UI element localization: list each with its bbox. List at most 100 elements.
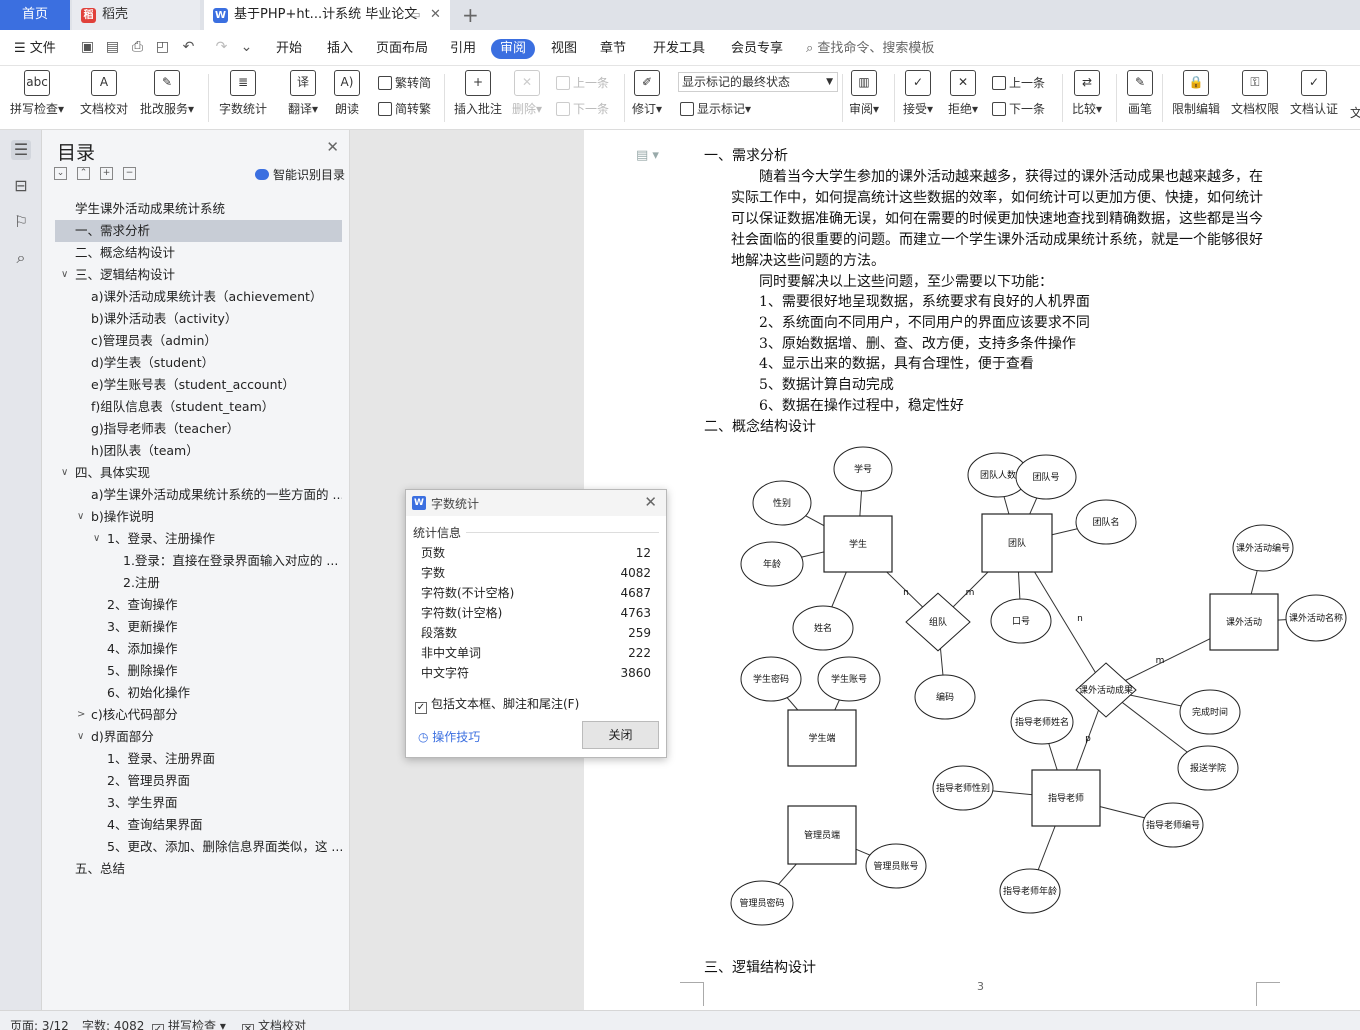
close-tab-icon[interactable]: ✕: [430, 0, 441, 30]
chevron-down-icon[interactable]: ∨: [61, 462, 68, 484]
menu-chapter[interactable]: 章节: [600, 39, 626, 59]
toc-item[interactable]: 五、总结: [55, 858, 342, 880]
spell-check-button[interactable]: abc 拼写检查▾: [10, 70, 64, 117]
toc-item[interactable]: 2.注册: [55, 572, 342, 594]
menu-reference[interactable]: 引用: [450, 39, 476, 59]
menu-view[interactable]: 视图: [551, 39, 577, 59]
customize-icon[interactable]: ⌄: [238, 39, 255, 56]
status-proof[interactable]: ✕ 文档校对: [242, 1017, 306, 1030]
restrict-edit-button[interactable]: 🔒 限制编辑: [1172, 70, 1220, 117]
toc-item[interactable]: a)课外活动成果统计表（achievement）: [55, 286, 342, 308]
bookmark-icon[interactable]: ⚐: [11, 212, 31, 232]
chevron-down-icon[interactable]: ∨: [77, 506, 84, 528]
markup-state-select[interactable]: 显示标记的最终状态 ▼: [678, 72, 838, 92]
undo-icon[interactable]: ↶: [180, 39, 197, 56]
toc-item[interactable]: 5、删除操作: [55, 660, 342, 682]
toc-item[interactable]: 4、查询结果界面: [55, 814, 342, 836]
save-icon[interactable]: ▣: [79, 39, 96, 56]
toc-item[interactable]: ∨ 1、登录、注册操作: [55, 528, 342, 550]
show-markup-button[interactable]: 显示标记▾: [680, 100, 751, 117]
delete-comment-button[interactable]: ✕ 删除▾: [512, 70, 542, 117]
menu-insert[interactable]: 插入: [327, 39, 353, 59]
revise-button[interactable]: ✐ 修订▾: [632, 70, 662, 117]
toc-item[interactable]: 6、初始化操作: [55, 682, 342, 704]
chevron-down-icon[interactable]: ∨: [61, 264, 68, 286]
prev-change-button[interactable]: 上一条: [992, 74, 1045, 91]
compare-button[interactable]: ⇄ 比较▾: [1072, 70, 1102, 117]
toc-item[interactable]: c)管理员表（admin）: [55, 330, 342, 352]
dialog-titlebar[interactable]: W 字数统计 ✕: [406, 490, 666, 516]
outline-icon[interactable]: ⊟: [11, 176, 31, 196]
expand-up-icon[interactable]: ⌃: [77, 167, 90, 180]
toc-item[interactable]: d)学生表（student）: [55, 352, 342, 374]
insert-comment-button[interactable]: + 插入批注: [454, 70, 502, 117]
toc-item[interactable]: b)课外活动表（activity）: [55, 308, 342, 330]
tab-document[interactable]: W 基于PHP+ht...计系统 毕业论文 ▭ ✕: [204, 0, 450, 30]
close-button[interactable]: 关闭: [582, 721, 659, 749]
chevron-down-icon[interactable]: ∨: [93, 528, 100, 550]
toc-item[interactable]: 2、查询操作: [55, 594, 342, 616]
next-comment-button[interactable]: 下一条: [556, 100, 609, 117]
simp-to-trad-button[interactable]: 简转繁: [378, 100, 431, 117]
export-pdf-icon[interactable]: ▤: [104, 39, 121, 56]
doc-proof-button[interactable]: A 文档校对: [80, 70, 128, 117]
toc-item[interactable]: 5、更改、添加、删除信息界面类似，这 ...: [55, 836, 342, 858]
new-tab-button[interactable]: +: [462, 0, 479, 30]
menu-home[interactable]: 开始: [276, 39, 302, 59]
doc-permission-button[interactable]: ⚿ 文档权限: [1231, 70, 1279, 117]
tips-link[interactable]: ◷ 操作技巧: [418, 728, 480, 745]
toc-item[interactable]: 1.登录：直接在登录界面输入对应的 ...: [55, 550, 342, 572]
menu-layout[interactable]: 页面布局: [376, 39, 428, 59]
redo-icon[interactable]: ↷: [213, 39, 230, 56]
toc-item[interactable]: ∨ 三、逻辑结构设计: [55, 264, 342, 286]
add-heading-icon[interactable]: +: [100, 167, 113, 180]
command-search[interactable]: ⌕ 查找命令、搜索模板: [806, 39, 934, 59]
more-button[interactable]: 文: [1350, 104, 1360, 121]
search-icon[interactable]: ⌕: [11, 248, 31, 268]
word-count-button[interactable]: ≣ 字数统计: [219, 70, 267, 117]
word-count-indicator[interactable]: 字数: 4082: [82, 1017, 144, 1030]
toc-item[interactable]: 一、需求分析: [55, 220, 342, 242]
print-icon[interactable]: ⎙: [129, 39, 146, 56]
toc-item[interactable]: a)学生课外活动成果统计系统的一些方面的 ...: [55, 484, 342, 506]
tab-home[interactable]: 首页: [0, 0, 70, 30]
toc-item[interactable]: e)学生账号表（student_account）: [55, 374, 342, 396]
toc-item[interactable]: 4、添加操作: [55, 638, 342, 660]
menu-devtools[interactable]: 开发工具: [653, 39, 705, 59]
toc-icon[interactable]: ☰: [11, 140, 31, 160]
menu-review[interactable]: 审阅: [491, 39, 536, 59]
remove-heading-icon[interactable]: −: [123, 167, 136, 180]
doc-auth-button[interactable]: ✓ 文档认证: [1290, 70, 1338, 117]
close-icon[interactable]: ✕: [644, 493, 657, 511]
batch-service-button[interactable]: ✎ 批改服务▾: [140, 70, 194, 117]
toc-item[interactable]: h)团队表（team）: [55, 440, 342, 462]
menu-member[interactable]: 会员专享: [731, 39, 783, 59]
collapse-all-icon[interactable]: ⌄: [54, 167, 67, 180]
screen-icon[interactable]: ▭: [410, 0, 420, 30]
toc-item[interactable]: ∨ b)操作说明: [55, 506, 342, 528]
pen-button[interactable]: ✎ 画笔: [1127, 70, 1153, 117]
include-textbox-checkbox[interactable]: ✓ 包括文本框、脚注和尾注(F): [415, 695, 579, 714]
chevron-down-icon[interactable]: ∨: [77, 726, 84, 748]
toc-item[interactable]: 2、管理员界面: [55, 770, 342, 792]
smart-toc-button[interactable]: 智能识别目录: [255, 166, 345, 183]
accept-button[interactable]: ✓ 接受▾: [903, 70, 933, 117]
prev-comment-button[interactable]: 上一条: [556, 74, 609, 91]
toc-item[interactable]: g)指导老师表（teacher）: [55, 418, 342, 440]
status-spell-check[interactable]: ✓ 拼写检查 ▾: [152, 1017, 226, 1030]
page-indicator[interactable]: 页面: 3/12: [10, 1017, 69, 1030]
read-aloud-button[interactable]: A) 朗读: [334, 70, 360, 117]
translate-button[interactable]: 译翻译▾: [288, 70, 318, 117]
toc-item[interactable]: ∨ 四、具体实现: [55, 462, 342, 484]
toc-item[interactable]: 3、更新操作: [55, 616, 342, 638]
review-pane-button[interactable]: ▥ 审阅▾: [849, 70, 879, 117]
print-preview-icon[interactable]: ◰: [154, 39, 171, 56]
toc-item[interactable]: f)组队信息表（student_team）: [55, 396, 342, 418]
toc-item[interactable]: > c)核心代码部分: [55, 704, 342, 726]
trad-to-simp-button[interactable]: 繁转简: [378, 74, 431, 91]
next-change-button[interactable]: 下一条: [992, 100, 1045, 117]
toc-item[interactable]: 3、学生界面: [55, 792, 342, 814]
close-icon[interactable]: ✕: [326, 138, 339, 156]
tab-docer[interactable]: 稻稻壳: [72, 0, 200, 30]
toc-item[interactable]: 学生课外活动成果统计系统: [55, 198, 342, 220]
